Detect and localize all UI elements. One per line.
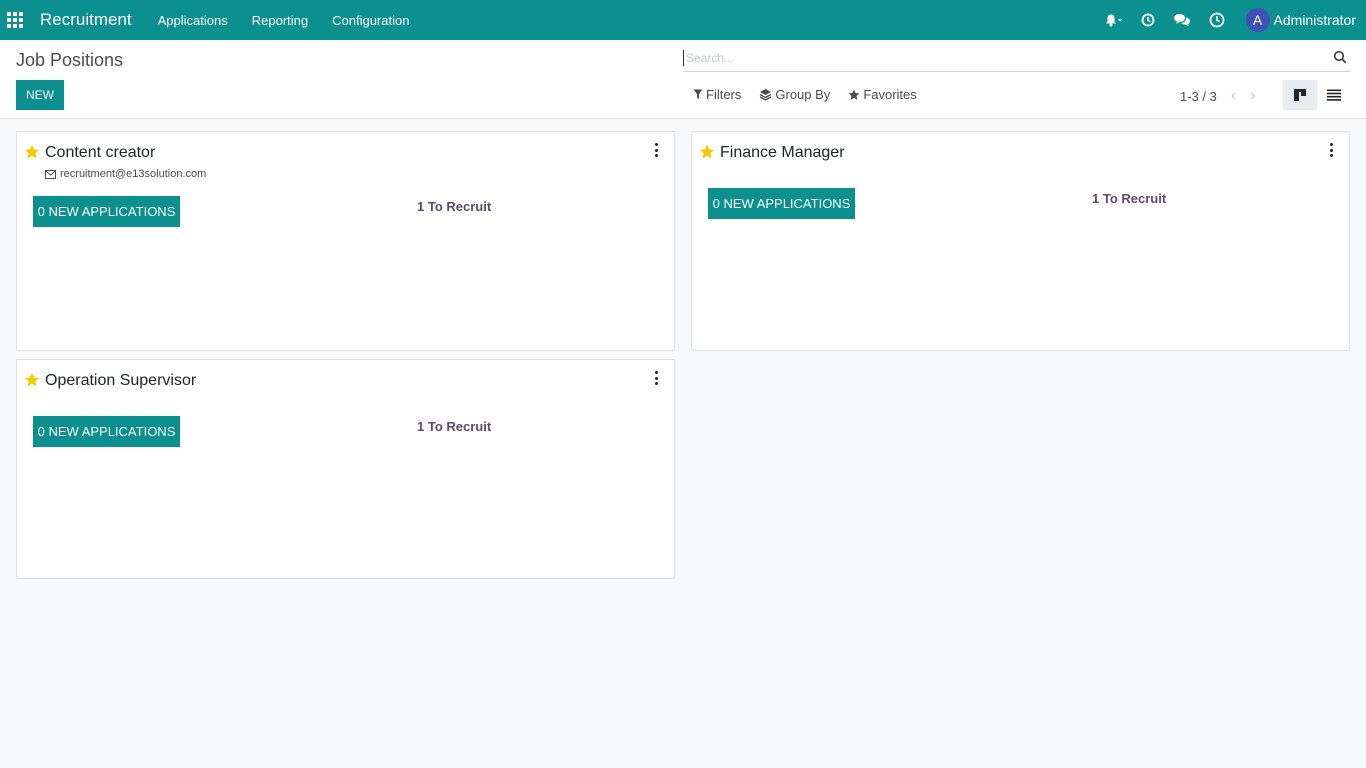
favorite-star-icon[interactable] bbox=[699, 144, 715, 163]
pager-previous-icon[interactable]: ‹ bbox=[1231, 87, 1236, 105]
kanban-view-icon[interactable] bbox=[1283, 80, 1317, 110]
kebab-menu-icon[interactable] bbox=[652, 143, 660, 157]
control-panel: Job Positions NEW Filters Group By bbox=[0, 40, 1366, 119]
search-input[interactable] bbox=[683, 50, 1333, 66]
favorite-star-icon[interactable] bbox=[24, 372, 40, 391]
new-applications-button[interactable]: 0 NEW APPLICATIONS bbox=[33, 196, 180, 227]
menu-applications[interactable]: Applications bbox=[158, 13, 228, 28]
search-icon[interactable] bbox=[1333, 50, 1349, 66]
pager-next-icon[interactable]: › bbox=[1250, 87, 1255, 105]
group-by-toggle[interactable]: Group By bbox=[759, 87, 830, 102]
job-card[interactable]: Content creator recruitment@e13solution.… bbox=[16, 131, 675, 351]
favorite-star-icon[interactable] bbox=[24, 144, 40, 163]
job-email-address: recruitment@e13solution.com bbox=[60, 168, 207, 180]
filters-toggle[interactable]: Filters bbox=[693, 87, 741, 102]
kebab-menu-icon[interactable] bbox=[1327, 143, 1335, 157]
search-options: Filters Group By Favorites bbox=[693, 87, 935, 102]
new-button[interactable]: NEW bbox=[16, 80, 64, 110]
user-avatar[interactable]: A bbox=[1245, 8, 1270, 32]
kebab-menu-icon[interactable] bbox=[652, 371, 660, 385]
app-brand[interactable]: Recruitment bbox=[40, 10, 132, 30]
envelope-icon bbox=[45, 169, 56, 179]
new-applications-button[interactable]: 0 NEW APPLICATIONS bbox=[33, 416, 180, 447]
chat-icon[interactable] bbox=[1173, 13, 1191, 27]
to-recruit-link[interactable]: 1 To Recruit bbox=[417, 419, 491, 434]
star-icon bbox=[848, 89, 860, 100]
page-title: Job Positions bbox=[16, 50, 124, 70]
user-name[interactable]: Administrator bbox=[1274, 12, 1356, 28]
list-view-icon[interactable] bbox=[1317, 80, 1351, 110]
activity-icon[interactable] bbox=[1209, 12, 1225, 28]
job-email: recruitment@e13solution.com bbox=[45, 168, 206, 180]
menu-configuration[interactable]: Configuration bbox=[332, 13, 409, 28]
to-recruit-link[interactable]: 1 To Recruit bbox=[1092, 191, 1166, 206]
layers-icon bbox=[760, 89, 772, 101]
search-bar bbox=[683, 45, 1351, 72]
job-card[interactable]: Operation Supervisor 0 NEW APPLICATIONS … bbox=[16, 359, 675, 579]
job-title[interactable]: Content creator bbox=[45, 144, 155, 162]
navbar-systray: A Administrator bbox=[1096, 0, 1356, 40]
bell-icon[interactable] bbox=[1105, 13, 1123, 27]
job-card[interactable]: Finance Manager 0 NEW APPLICATIONS 1 To … bbox=[691, 131, 1350, 351]
filters-label: Filters bbox=[706, 87, 742, 102]
apps-menu-icon[interactable] bbox=[0, 0, 30, 40]
job-title[interactable]: Operation Supervisor bbox=[45, 372, 196, 390]
favorites-label: Favorites bbox=[863, 87, 917, 102]
filter-icon bbox=[693, 89, 703, 99]
view-switcher bbox=[1283, 80, 1351, 110]
pager-value[interactable]: 1-3 / 3 bbox=[1180, 89, 1217, 104]
to-recruit-link[interactable]: 1 To Recruit bbox=[417, 199, 491, 214]
new-applications-button[interactable]: 0 NEW APPLICATIONS bbox=[708, 188, 855, 219]
clock-icon[interactable] bbox=[1141, 13, 1155, 27]
pager: 1-3 / 3 ‹ › bbox=[1180, 87, 1256, 105]
favorites-toggle[interactable]: Favorites bbox=[848, 87, 917, 102]
top-navbar: Recruitment Applications Reporting Confi… bbox=[0, 0, 1366, 40]
group-by-label: Group By bbox=[775, 87, 831, 102]
menu-reporting[interactable]: Reporting bbox=[252, 13, 308, 28]
job-title[interactable]: Finance Manager bbox=[720, 144, 845, 162]
